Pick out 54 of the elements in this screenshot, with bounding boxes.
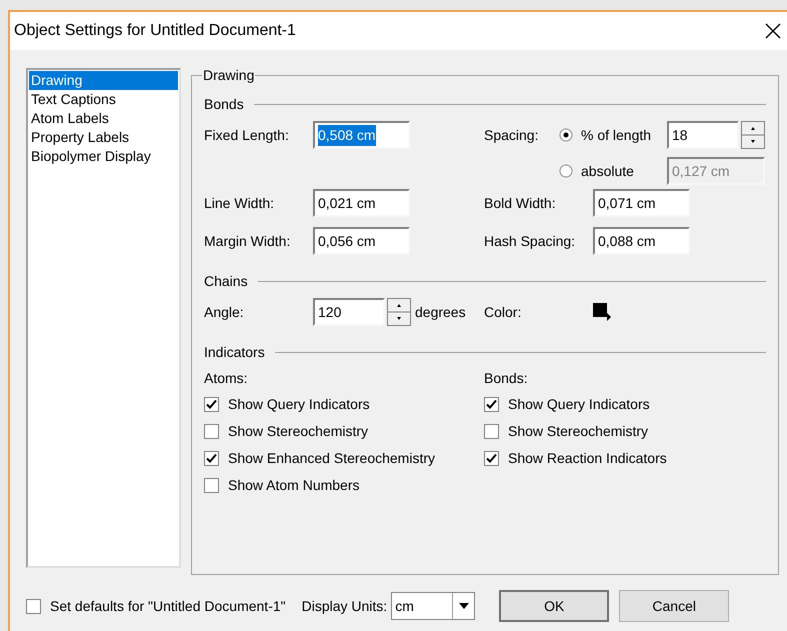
checkbox-label[interactable]: Show Stereochemistry xyxy=(508,420,648,442)
section-heading: Chains xyxy=(204,272,248,290)
units-dropdown[interactable]: cm xyxy=(391,592,476,620)
checkbox[interactable] xyxy=(204,424,219,438)
dialog-button[interactable]: Cancel xyxy=(619,590,730,622)
field-label: Display Units: xyxy=(302,596,388,616)
field-label: Hash Spacing: xyxy=(484,232,576,251)
checkbox-label[interactable]: Set defaults for "Untitled Document-1" xyxy=(50,596,286,616)
field-label: Bold Width: xyxy=(484,194,557,212)
input-field[interactable]: 0,056 cm xyxy=(313,227,410,255)
checkbox[interactable] xyxy=(26,598,41,614)
field-label: Spacing: xyxy=(484,126,540,145)
input-field[interactable]: 0,508 cm xyxy=(313,121,410,149)
checkbox-label[interactable]: Show Stereochemistry xyxy=(228,420,368,442)
unit-label: degrees xyxy=(415,302,467,322)
field-label: Fixed Length: xyxy=(204,126,290,145)
window-title: Object Settings for Untitled Document-1 xyxy=(14,21,296,41)
column-label: Atoms: xyxy=(204,369,249,388)
checkbox-label[interactable]: Show Atom Numbers xyxy=(228,474,360,496)
checkbox-label[interactable]: Show Query Indicators xyxy=(228,394,370,414)
close-icon[interactable] xyxy=(765,23,781,39)
input-field[interactable]: 0,088 cm xyxy=(593,227,690,255)
caret-icon xyxy=(458,603,469,609)
checkbox-label[interactable]: Show Reaction Indicators xyxy=(508,448,667,468)
sidebar-item[interactable]: Biopolymer Display xyxy=(29,147,178,166)
dialog-button[interactable]: OK xyxy=(499,590,610,622)
checkbox[interactable] xyxy=(204,396,219,412)
checkbox[interactable] xyxy=(204,478,219,492)
checkbox-label[interactable]: Show Query Indicators xyxy=(508,394,650,414)
checkbox[interactable] xyxy=(204,450,219,466)
field-label: Line Width: xyxy=(204,194,276,212)
column-label: Bonds: xyxy=(484,369,529,388)
field-label: Margin Width: xyxy=(204,232,292,251)
input-field[interactable]: 120 xyxy=(313,298,385,326)
checkbox[interactable] xyxy=(484,424,499,438)
field-label: Color: xyxy=(484,302,522,322)
sidebar-item[interactable]: Property Labels xyxy=(29,128,178,147)
radio-label[interactable]: % of length xyxy=(581,124,667,146)
input-field[interactable]: 0,021 cm xyxy=(313,189,410,217)
input-field[interactable]: 18 xyxy=(667,121,739,149)
spinner-buttons[interactable] xyxy=(741,121,765,149)
checkbox[interactable] xyxy=(484,396,499,412)
spinner-buttons[interactable] xyxy=(387,298,411,326)
radio-button[interactable] xyxy=(559,128,573,142)
field-label: Angle: xyxy=(204,302,245,322)
sidebar-item[interactable]: Atom Labels xyxy=(29,109,178,128)
section-heading: Indicators xyxy=(204,342,265,362)
checkbox[interactable] xyxy=(484,450,499,466)
sidebar-item[interactable]: Drawing xyxy=(29,71,178,90)
sidebar-item[interactable]: Text Captions xyxy=(29,90,178,109)
checkbox-label[interactable]: Show Enhanced Stereochemistry xyxy=(228,448,435,468)
color-swatch[interactable] xyxy=(593,303,613,321)
input-field[interactable]: 0,071 cm xyxy=(593,189,690,217)
section-heading: Bonds xyxy=(204,94,244,114)
